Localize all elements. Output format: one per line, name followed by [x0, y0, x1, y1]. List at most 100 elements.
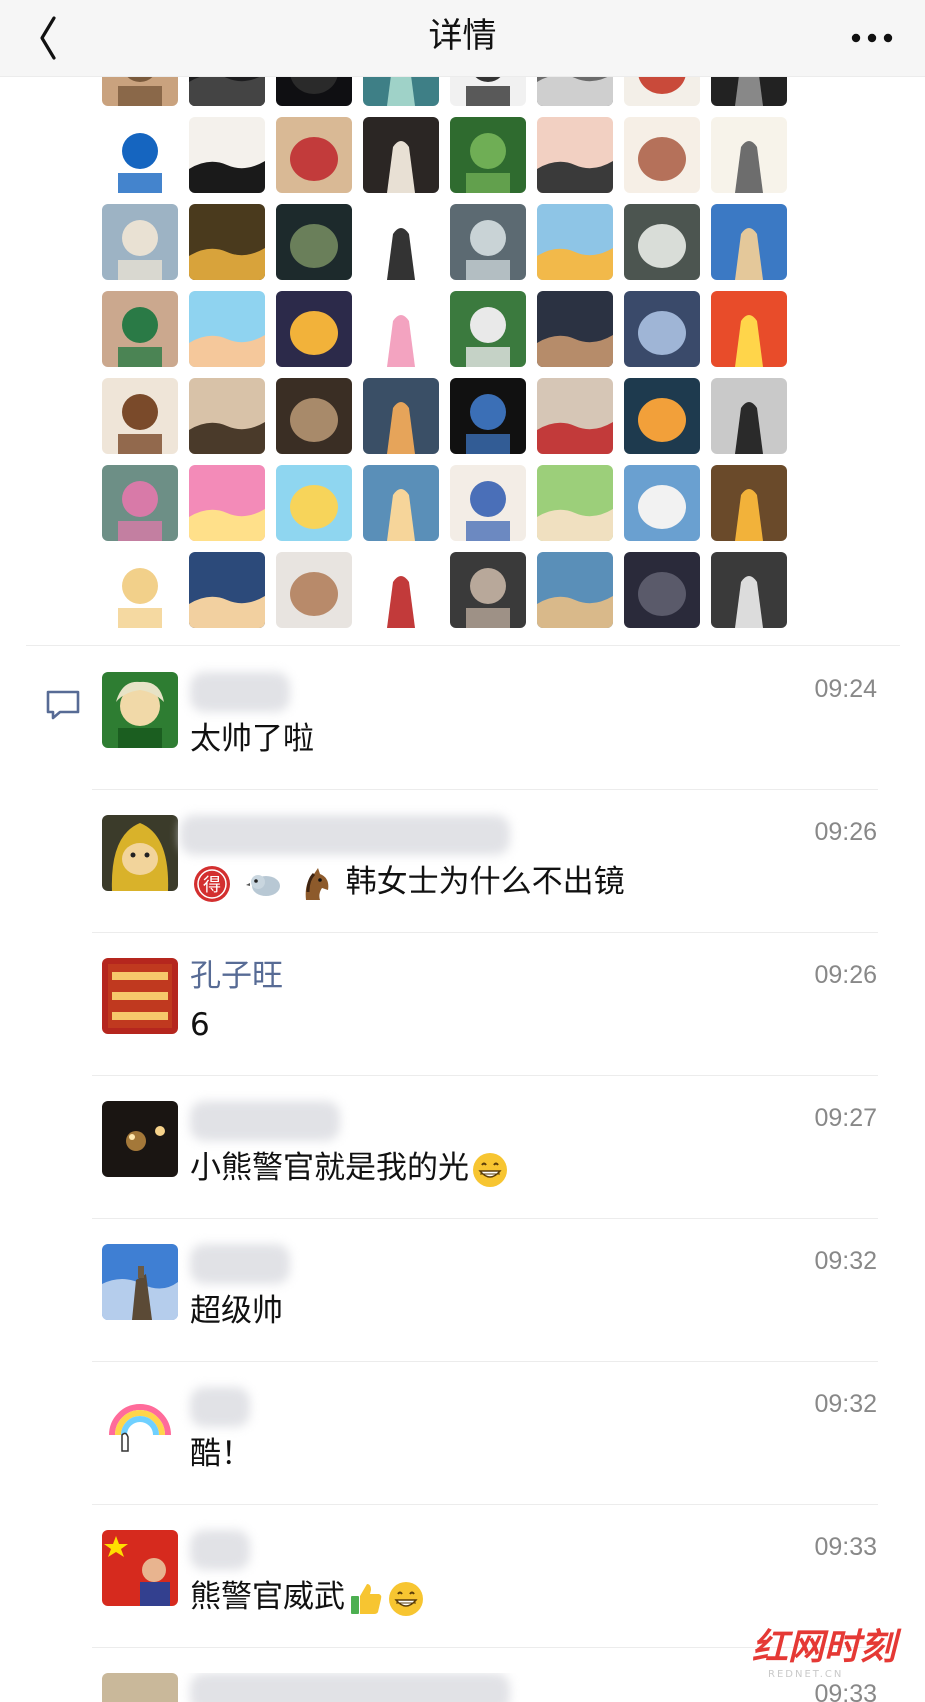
comment-time: 09:24 — [814, 675, 877, 703]
liker-avatar[interactable] — [363, 204, 439, 280]
comment-text: 6 — [190, 1007, 210, 1043]
liker-avatar[interactable] — [102, 117, 178, 193]
comment-item[interactable]: 09:26 得 韩女士为什么不出镜 — [0, 815, 925, 958]
nav-bar: 详情 — [0, 0, 925, 77]
grin-emoji-icon — [389, 1581, 423, 1616]
grin-emoji-icon — [473, 1152, 507, 1187]
avatar[interactable] — [102, 815, 178, 891]
comment-divider — [92, 932, 878, 933]
liker-avatar[interactable] — [711, 117, 787, 193]
liker-avatar[interactable] — [624, 291, 700, 367]
comment-item[interactable]: 孔子旺 09:26 6 — [0, 958, 925, 1101]
liker-avatar[interactable] — [189, 117, 265, 193]
comment-text-body: 熊警官威武 — [190, 1579, 345, 1615]
name-blurred — [180, 815, 510, 855]
commenter-name[interactable]: 孔子旺 — [190, 954, 283, 998]
liker-avatar[interactable] — [363, 117, 439, 193]
liker-avatar[interactable] — [537, 465, 613, 541]
liker-avatar[interactable] — [450, 378, 526, 454]
comment-time: 09:32 — [814, 1247, 877, 1275]
name-blurred — [190, 1673, 510, 1702]
name-blurred — [190, 1387, 250, 1427]
svg-text:红网时刻: 红网时刻 — [752, 1627, 902, 1668]
comment-time: 09:32 — [814, 1390, 877, 1418]
liker-avatar[interactable] — [276, 204, 352, 280]
liker-avatar[interactable] — [189, 552, 265, 628]
liker-avatar[interactable] — [624, 465, 700, 541]
rednet-watermark-logo: 红网时刻 REDNET.CN — [752, 1627, 902, 1680]
comment-time: 09:26 — [814, 961, 877, 989]
liker-avatar[interactable] — [276, 378, 352, 454]
liker-avatar[interactable] — [276, 291, 352, 367]
avatar[interactable] — [102, 958, 178, 1034]
liker-avatar[interactable] — [102, 465, 178, 541]
liker-avatar[interactable] — [537, 117, 613, 193]
more-dots-icon[interactable] — [847, 16, 897, 56]
liker-avatar[interactable] — [537, 204, 613, 280]
horse-emoji-icon — [305, 867, 329, 900]
liker-avatar[interactable] — [711, 204, 787, 280]
thumbs-up-emoji-icon — [351, 1583, 382, 1614]
liker-avatar[interactable] — [450, 465, 526, 541]
name-blurred — [190, 1101, 340, 1141]
avatar[interactable] — [102, 1244, 178, 1320]
name-blurred — [190, 1244, 290, 1284]
liker-avatar[interactable] — [189, 465, 265, 541]
liker-avatar[interactable] — [450, 117, 526, 193]
comment-divider — [92, 1218, 878, 1219]
liker-avatar[interactable] — [537, 378, 613, 454]
comment-item[interactable]: 09:24 太帅了啦 — [0, 672, 925, 815]
liker-avatar[interactable] — [624, 117, 700, 193]
section-divider — [26, 645, 900, 646]
liker-avatar[interactable] — [276, 117, 352, 193]
liker-avatar[interactable] — [450, 204, 526, 280]
liker-avatar[interactable] — [276, 465, 352, 541]
liker-avatar[interactable] — [276, 552, 352, 628]
comment-item[interactable]: 09:27 小熊警官就是我的光 — [0, 1101, 925, 1244]
liker-avatar[interactable] — [537, 291, 613, 367]
liker-avatar[interactable] — [363, 378, 439, 454]
liker-avatar[interactable] — [363, 291, 439, 367]
comment-item[interactable]: 09:32 酷！ — [0, 1387, 925, 1530]
liker-avatar[interactable] — [363, 552, 439, 628]
comment-item[interactable]: 09:32 超级帅 — [0, 1244, 925, 1387]
comment-divider — [92, 1075, 878, 1076]
likes-avatar-grid — [102, 30, 787, 628]
liker-avatar[interactable] — [102, 552, 178, 628]
liker-avatar[interactable] — [711, 465, 787, 541]
avatar[interactable] — [102, 1673, 178, 1702]
liker-avatar[interactable] — [450, 291, 526, 367]
liker-avatar[interactable] — [624, 378, 700, 454]
comment-text: 超级帅 — [190, 1293, 283, 1329]
liker-avatar[interactable] — [189, 378, 265, 454]
liker-avatar[interactable] — [711, 291, 787, 367]
avatar[interactable] — [102, 672, 178, 748]
avatar[interactable] — [102, 1387, 178, 1463]
comment-text: 得 韩女士为什么不出镜 — [190, 859, 625, 905]
comment-text: 太帅了啦 — [190, 721, 314, 757]
comment-time: 09:33 — [814, 1533, 877, 1561]
liker-avatar[interactable] — [189, 291, 265, 367]
avatar[interactable] — [102, 1530, 178, 1606]
liker-avatar[interactable] — [363, 465, 439, 541]
liker-avatar[interactable] — [102, 378, 178, 454]
comment-time: 09:27 — [814, 1104, 877, 1132]
liker-avatar[interactable] — [711, 378, 787, 454]
liker-avatar[interactable] — [624, 552, 700, 628]
name-blurred — [190, 672, 290, 712]
comment-text: 小熊警官就是我的光 — [190, 1145, 509, 1191]
liker-avatar[interactable] — [537, 552, 613, 628]
liker-avatar[interactable] — [102, 204, 178, 280]
page-title: 详情 — [428, 16, 497, 56]
comment-divider — [92, 1361, 878, 1362]
name-blurred — [190, 1530, 250, 1570]
avatar[interactable] — [102, 1101, 178, 1177]
comment-divider — [92, 1504, 878, 1505]
liker-avatar[interactable] — [189, 204, 265, 280]
comment-text-body: 小熊警官就是我的光 — [190, 1150, 469, 1186]
liker-avatar[interactable] — [102, 291, 178, 367]
liker-avatar[interactable] — [711, 552, 787, 628]
comment-text: 酷！ — [190, 1436, 252, 1472]
liker-avatar[interactable] — [624, 204, 700, 280]
liker-avatar[interactable] — [450, 552, 526, 628]
